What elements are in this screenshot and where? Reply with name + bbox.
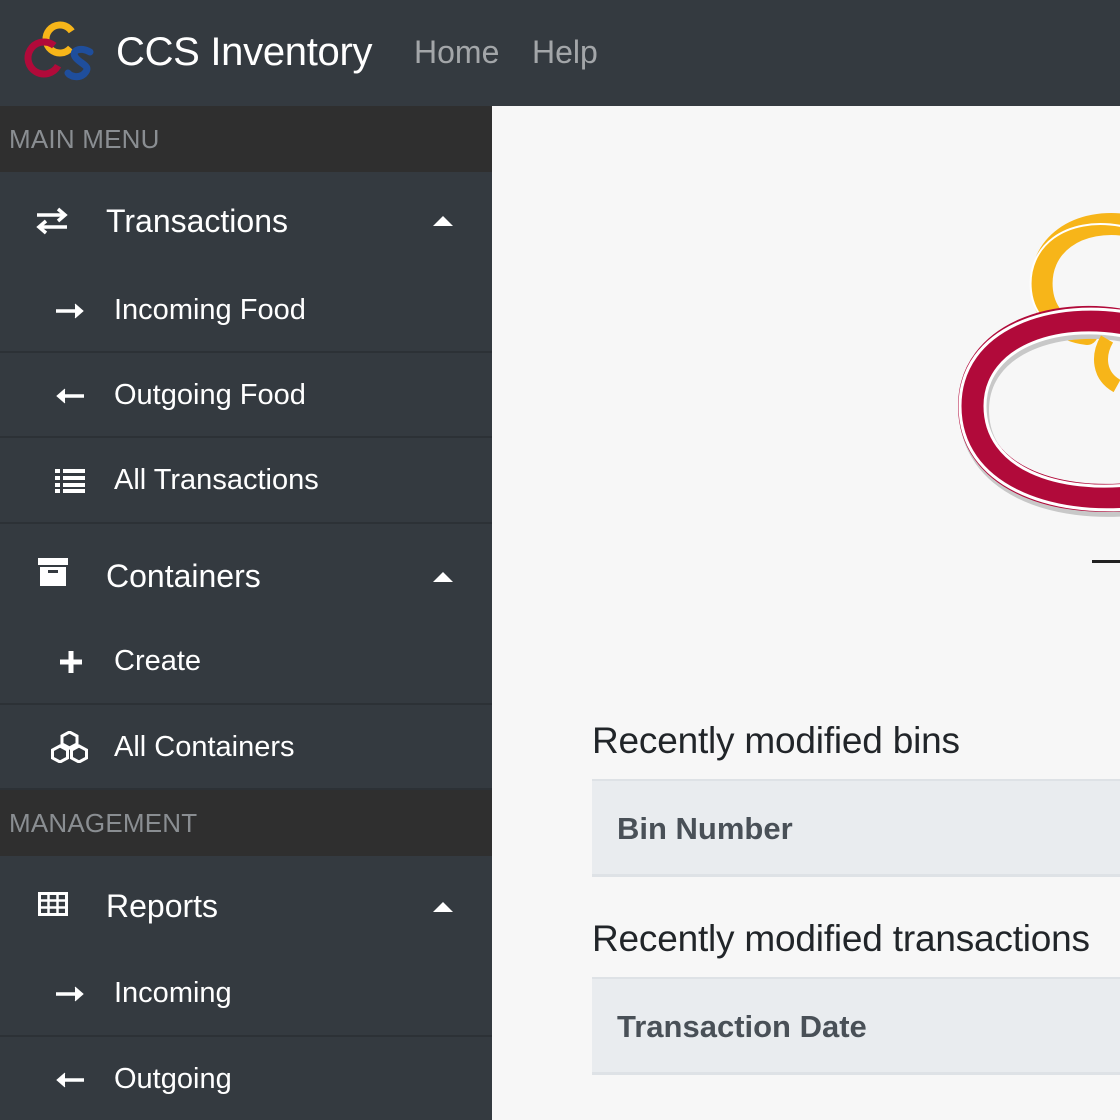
sidebar-header-main-menu: MAIN MENU [0, 106, 492, 172]
cubes-icon [51, 731, 88, 763]
sidebar-item-label: Outgoing [114, 1063, 232, 1095]
table-grid-icon [38, 892, 68, 916]
arrow-right-icon [56, 986, 84, 1002]
main-content: Recently modified bins Bin Number Recent… [492, 106, 1120, 1120]
hero-divider [1092, 560, 1120, 563]
brand-name[interactable]: CCS Inventory [116, 28, 373, 76]
sidebar-item-label: Transactions [106, 203, 288, 239]
arrow-left-icon [56, 388, 84, 404]
caret-up-icon [433, 216, 453, 226]
sidebar-item-all-containers[interactable]: All Containers [0, 705, 492, 790]
caret-up-icon [433, 572, 453, 582]
sidebar-item-incoming[interactable]: Incoming [0, 956, 492, 1041]
sidebar: MAIN MENU Transactions Incoming Food Out… [0, 106, 492, 1120]
sidebar-item-label: Reports [106, 888, 219, 924]
sidebar-item-label: Outgoing Food [114, 379, 306, 411]
bins-table-header: Bin Number [592, 779, 1120, 877]
sidebar-header-management: MANAGEMENT [0, 790, 492, 856]
ccs-logo-icon[interactable] [22, 18, 94, 82]
arrow-right-icon [56, 303, 84, 319]
transactions-table-header: Transaction Date [592, 977, 1120, 1075]
sidebar-item-all-transactions[interactable]: All Transactions [0, 438, 492, 523]
sidebar-item-label: Containers [106, 558, 261, 594]
sidebar-item-transactions[interactable]: Transactions [0, 172, 492, 272]
sidebar-item-label: Incoming Food [114, 294, 306, 326]
plus-icon [60, 651, 82, 673]
top-navbar: CCS Inventory Home Help [0, 0, 1120, 106]
sidebar-item-label: All Containers [114, 731, 295, 763]
ccs-hero-logo-icon [957, 213, 1120, 517]
sidebar-item-containers[interactable]: Containers [0, 524, 492, 624]
sidebar-item-outgoing[interactable]: Outgoing [0, 1037, 492, 1120]
column-header-bin-number[interactable]: Bin Number [617, 811, 793, 847]
recent-transactions-title: Recently modified transactions [592, 918, 1090, 959]
caret-up-icon [433, 902, 453, 912]
recent-bins-title: Recently modified bins [592, 720, 960, 761]
sidebar-item-label: Incoming [114, 977, 232, 1009]
exchange-icon [36, 207, 68, 235]
sidebar-item-reports[interactable]: Reports [0, 856, 492, 956]
archive-box-icon [38, 558, 68, 586]
list-icon [55, 469, 85, 493]
nav-link-home[interactable]: Home [414, 32, 499, 72]
nav-link-help[interactable]: Help [532, 32, 598, 72]
sidebar-item-incoming-food[interactable]: Incoming Food [0, 272, 492, 357]
sidebar-item-label: All Transactions [114, 464, 319, 496]
column-header-transaction-date[interactable]: Transaction Date [617, 1009, 867, 1045]
sidebar-item-outgoing-food[interactable]: Outgoing Food [0, 353, 492, 438]
sidebar-item-label: Create [114, 645, 202, 677]
sidebar-item-create[interactable]: Create [0, 624, 492, 709]
arrow-left-icon [56, 1072, 84, 1088]
